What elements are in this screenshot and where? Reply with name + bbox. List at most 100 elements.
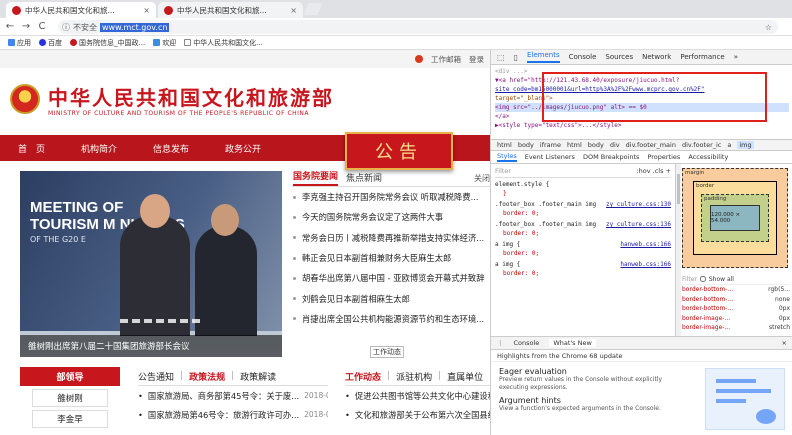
css-rule[interactable]: hanweb.css:166 a img {border: 0; bbox=[495, 261, 671, 278]
bookmark-welcome[interactable]: 欢迎 bbox=[153, 38, 176, 48]
css-property[interactable]: border: 0; bbox=[495, 250, 671, 259]
whats-new-item[interactable]: Eager evaluation Preview return values i… bbox=[491, 362, 696, 391]
more-tabs-button[interactable]: » bbox=[734, 53, 738, 61]
inspect-element-icon[interactable]: ⬚ bbox=[497, 53, 505, 62]
drawer-menu-icon[interactable]: ⋮ bbox=[497, 339, 504, 347]
tab-agencies[interactable]: 派驻机构 bbox=[396, 370, 432, 383]
login-link[interactable]: 登录 bbox=[469, 54, 484, 65]
dom-node[interactable]: ▶<style type="text/css">...</style> bbox=[495, 121, 789, 130]
news-item[interactable]: 李克强主持召开国务院常务会议 听取减税降费... bbox=[293, 187, 490, 207]
css-rule[interactable]: zy_culture.css:136 .footer_box .footer_ma… bbox=[495, 221, 671, 238]
close-tab-icon[interactable]: × bbox=[290, 6, 297, 15]
list-item[interactable]: • 国家旅游局第46号令：旅游行政许可办... 2018-03-15 bbox=[138, 405, 328, 424]
tab-interpretation[interactable]: 政策解读 bbox=[240, 370, 276, 383]
drawer-close-icon[interactable]: × bbox=[782, 339, 787, 347]
breadcrumb-node[interactable]: body bbox=[518, 141, 534, 149]
breadcrumb-node[interactable]: div bbox=[610, 141, 620, 149]
computed-filter[interactable]: Filter Show all bbox=[682, 274, 790, 285]
computed-property[interactable]: border-bottom-... 0px bbox=[682, 304, 790, 314]
tab-performance[interactable]: Performance bbox=[680, 53, 724, 61]
drawer-tab-console[interactable]: Console bbox=[514, 339, 540, 347]
breadcrumb-node[interactable]: a bbox=[727, 141, 731, 149]
css-property[interactable]: border: 0; bbox=[495, 230, 671, 239]
show-all-checkbox[interactable] bbox=[699, 276, 706, 282]
back-icon[interactable]: ← bbox=[4, 21, 16, 33]
leaders-header[interactable]: 部领导 bbox=[20, 367, 120, 386]
list-item[interactable]: • 促进公共图书馆等公共文化中心建设和... bbox=[345, 386, 490, 405]
list-item[interactable]: • 文化和旅游部关于公布第六次全国县级... bbox=[345, 405, 490, 424]
new-tab-button[interactable] bbox=[303, 3, 323, 15]
tab-notices[interactable]: 公告通知 bbox=[138, 370, 174, 383]
css-source-link[interactable]: zy_culture.css:130 bbox=[606, 201, 671, 210]
tab-work-updates[interactable]: 工作动态 bbox=[345, 370, 381, 383]
hov-cls-buttons[interactable]: :hov .cls + bbox=[636, 167, 671, 176]
computed-property[interactable]: border-bottom-... rgb(5... bbox=[682, 285, 790, 295]
css-source-link[interactable]: zy_culture.css:136 bbox=[606, 221, 671, 230]
styles-filter[interactable]: Filter :hov .cls + bbox=[495, 166, 671, 178]
photo-caption[interactable]: 雒树刚出席第八届二十国集团旅游部长会议 bbox=[20, 335, 282, 357]
browser-tab-active[interactable]: 中华人民共和国文化和旅... × bbox=[6, 2, 156, 18]
tab-console[interactable]: Console bbox=[569, 53, 597, 61]
leader-name[interactable]: 雒树刚 bbox=[32, 389, 108, 407]
bookmark-star-icon[interactable]: ☆ bbox=[765, 23, 772, 32]
bookmark-gov[interactable]: 国务院信息_中国政... bbox=[70, 38, 145, 48]
box-content[interactable]: 120.000 × 54.000 bbox=[710, 205, 760, 231]
news-item[interactable]: 胡春华出席第八届中国 - 亚欧博览会开幕式并致辞 bbox=[293, 268, 490, 288]
breadcrumb-node[interactable]: html bbox=[497, 141, 512, 149]
news-item[interactable]: 肖捷出席全国公共机构能源资源节约和生态环境... bbox=[293, 309, 490, 329]
news-item[interactable]: 常务会日历丨减税降费再推新举措支持实体经济... bbox=[293, 228, 490, 248]
css-source-link[interactable]: hanweb.css:166 bbox=[620, 261, 671, 270]
news-item[interactable]: 韩正会见日本副首相兼财务大臣麻生太郎 bbox=[293, 248, 490, 268]
tab-accessibility[interactable]: Accessibility bbox=[688, 153, 728, 161]
nav-open-government[interactable]: 政务公开 bbox=[207, 142, 279, 155]
tab-styles[interactable]: Styles bbox=[497, 152, 517, 162]
address-bar[interactable]: ⓘ 不安全 www.mct.gov.cn ☆ bbox=[58, 20, 778, 34]
tab-elements[interactable]: Elements bbox=[526, 51, 560, 63]
computed-property[interactable]: border-bottom-... none bbox=[682, 295, 790, 305]
drawer-tab-whats-new[interactable]: What's New bbox=[549, 339, 596, 347]
css-rule[interactable]: zy_culture.css:130 .footer_box .footer_ma… bbox=[495, 201, 671, 218]
leader-name[interactable]: 李金早 bbox=[32, 410, 108, 428]
whats-new-item[interactable]: Argument hints View a function's expecte… bbox=[491, 391, 696, 413]
tab-properties[interactable]: Properties bbox=[647, 153, 680, 161]
tab-units[interactable]: 直属单位 bbox=[447, 370, 483, 383]
carousel-dots[interactable] bbox=[120, 319, 200, 323]
nav-news[interactable]: 信息发布 bbox=[135, 142, 207, 155]
nav-home[interactable]: 首 页 bbox=[0, 142, 63, 155]
device-toolbar-icon[interactable]: ▯ bbox=[514, 53, 518, 62]
css-source-link[interactable]: hanweb.css:166 bbox=[620, 241, 671, 250]
css-property[interactable]: border: 0; bbox=[495, 210, 671, 219]
css-rule[interactable]: element.style {} bbox=[495, 181, 671, 198]
list-item[interactable]: • 国家旅游局、商务部第45号令：关于废... 2018-02-22 bbox=[138, 386, 328, 405]
breadcrumb-node[interactable]: div.footer_ic bbox=[682, 141, 721, 149]
css-rule[interactable]: hanweb.css:166 a img {border: 0; bbox=[495, 241, 671, 258]
featured-photo[interactable]: MEETING OF TOURISM M NISTERS OF THE G20 … bbox=[20, 171, 282, 357]
breadcrumb-node[interactable]: html bbox=[567, 141, 582, 149]
close-popup-button[interactable]: 关闭 bbox=[474, 173, 490, 186]
url-text[interactable]: www.mct.gov.cn bbox=[100, 22, 170, 32]
css-property[interactable]: border: 0; bbox=[495, 270, 671, 279]
styles-scrollbar[interactable] bbox=[676, 164, 681, 336]
breadcrumb-node[interactable]: iframe bbox=[540, 141, 561, 149]
breadcrumb-node[interactable]: div.footer_main bbox=[626, 141, 676, 149]
tab-event-listeners[interactable]: Event Listeners bbox=[525, 153, 575, 161]
computed-property[interactable]: border-image-... stretch bbox=[682, 323, 790, 333]
site-logo-cn[interactable]: 中华人民共和国文化和旅游部 bbox=[48, 82, 334, 111]
reload-icon[interactable]: C bbox=[36, 21, 48, 33]
news-item[interactable]: 今天的国务院常务会议定了这两件大事 bbox=[293, 207, 490, 227]
news-item[interactable]: 刘鹤会见日本副首相麻生太郎 bbox=[293, 288, 490, 308]
mail-link[interactable]: 工作邮箱 bbox=[431, 54, 461, 65]
close-tab-icon[interactable]: × bbox=[143, 6, 150, 15]
breadcrumb-node[interactable]: body bbox=[588, 141, 604, 149]
tab-focus-news[interactable]: 焦点新闻 bbox=[346, 171, 382, 186]
tab-regulations[interactable]: 政策法规 bbox=[189, 370, 225, 383]
bookmark-baidu[interactable]: 百度 bbox=[39, 38, 62, 48]
bookmark-mct[interactable]: 中华人民共和国文化... bbox=[184, 38, 263, 48]
info-icon[interactable]: ⓘ bbox=[62, 22, 70, 33]
tab-sources[interactable]: Sources bbox=[605, 53, 633, 61]
nav-about[interactable]: 机构简介 bbox=[63, 142, 135, 155]
tab-network[interactable]: Network bbox=[642, 53, 671, 61]
forward-icon[interactable]: → bbox=[20, 21, 32, 33]
css-property[interactable]: } bbox=[495, 190, 671, 199]
breadcrumb-node[interactable]: img bbox=[737, 141, 754, 149]
